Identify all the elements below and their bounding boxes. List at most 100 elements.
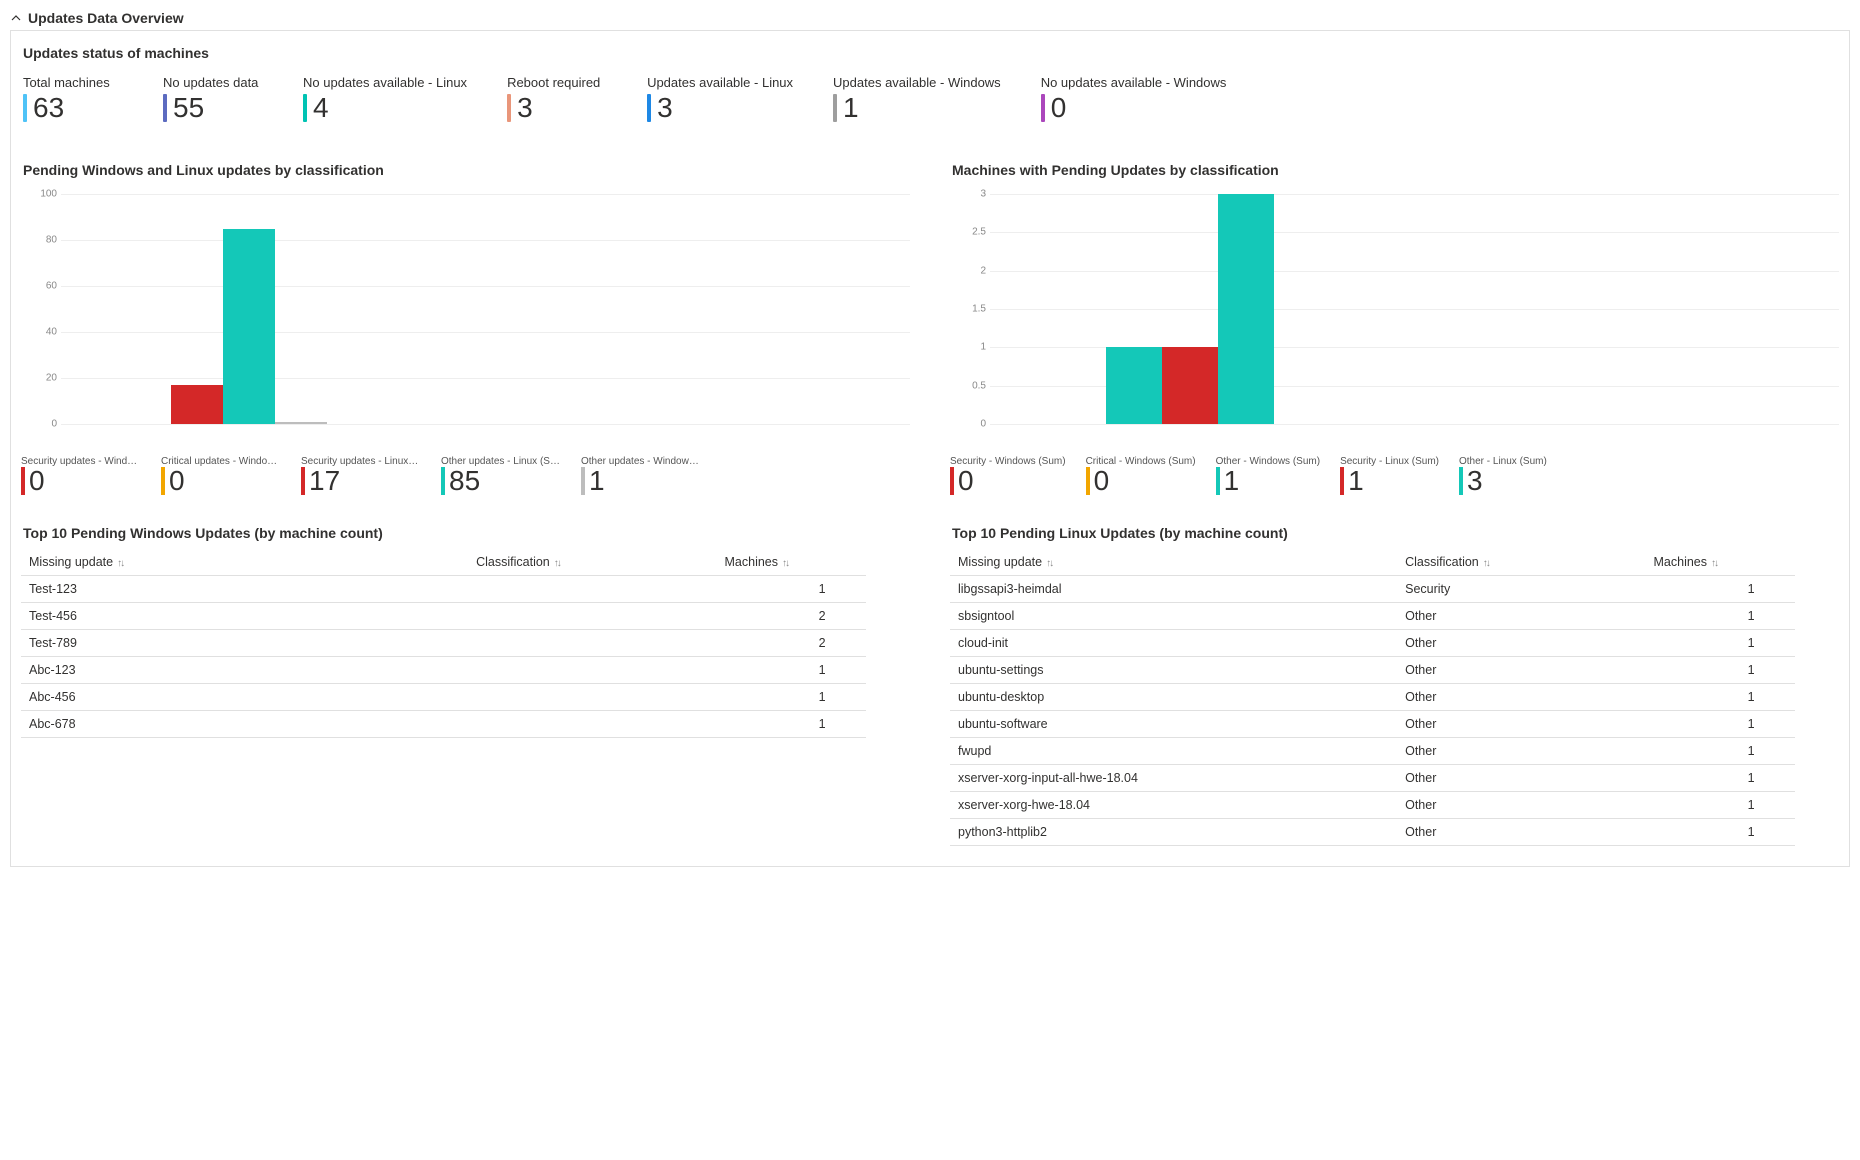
legend-tile[interactable]: Other updates - Linux (Sum)85 <box>441 456 561 495</box>
table-row[interactable]: Test-1231 <box>21 576 866 603</box>
legend-value: 85 <box>449 467 480 495</box>
legend-tile[interactable]: Security updates - Windo...0 <box>21 456 141 495</box>
legend-tile[interactable]: Other - Windows (Sum)1 <box>1216 456 1320 495</box>
cell-machines: 1 <box>717 657 866 684</box>
status-tile[interactable]: Reboot required3 <box>507 75 607 122</box>
table-linux-updates: Missing update↑↓Classification↑↓Machines… <box>950 549 1795 846</box>
legend-tile[interactable]: Other updates - Windows...1 <box>581 456 701 495</box>
cell-machines: 1 <box>1646 657 1795 684</box>
legend-tile[interactable]: Security - Linux (Sum)1 <box>1340 456 1439 495</box>
table-row[interactable]: libgssapi3-heimdalSecurity1 <box>950 576 1795 603</box>
section-toggle[interactable]: Updates Data Overview <box>10 10 1850 26</box>
legend-color-bar <box>21 467 25 495</box>
cell-machines: 1 <box>1646 603 1795 630</box>
status-tile-bar <box>507 94 511 122</box>
status-tile-bar <box>647 94 651 122</box>
status-tile-value: 3 <box>657 94 673 122</box>
sort-icon: ↑↓ <box>1711 558 1717 569</box>
cell-classification: Other <box>1397 603 1645 630</box>
chart-bar[interactable] <box>171 385 223 424</box>
col-machines[interactable]: Machines↑↓ <box>717 549 866 576</box>
cell-classification: Other <box>1397 819 1645 846</box>
table-row[interactable]: python3-httplib2Other1 <box>950 819 1795 846</box>
cell-classification: Other <box>1397 792 1645 819</box>
table-row[interactable]: cloud-initOther1 <box>950 630 1795 657</box>
table-row[interactable]: Test-4562 <box>21 603 866 630</box>
legend-tile[interactable]: Critical - Windows (Sum)0 <box>1086 456 1196 495</box>
legend-tile[interactable]: Security - Windows (Sum)0 <box>950 456 1066 495</box>
legend-value: 0 <box>169 467 185 495</box>
cell-machines: 1 <box>1646 792 1795 819</box>
table-row[interactable]: ubuntu-softwareOther1 <box>950 711 1795 738</box>
cell-update: cloud-init <box>950 630 1397 657</box>
table-title-windows: Top 10 Pending Windows Updates (by machi… <box>23 525 910 541</box>
cell-classification <box>468 603 716 630</box>
status-tile[interactable]: Total machines63 <box>23 75 123 122</box>
col-missing-update[interactable]: Missing update↑↓ <box>950 549 1397 576</box>
chart-bar[interactable] <box>1218 194 1274 424</box>
chart-y-tick: 0.5 <box>950 380 986 391</box>
status-tile[interactable]: No updates available - Windows 0 <box>1041 75 1227 122</box>
status-tile-value: 4 <box>313 94 329 122</box>
legend-tile[interactable]: Security updates - Linux (...17 <box>301 456 421 495</box>
status-subtitle: Updates status of machines <box>23 45 1839 61</box>
chart-bar[interactable] <box>1162 347 1218 424</box>
table-row[interactable]: sbsigntoolOther1 <box>950 603 1795 630</box>
legend-tile[interactable]: Critical updates - Window...0 <box>161 456 281 495</box>
status-tile[interactable]: No updates available - Linux4 <box>303 75 467 122</box>
chart-y-tick: 60 <box>21 281 57 292</box>
chart-bar[interactable] <box>275 422 327 424</box>
chart-y-tick: 20 <box>21 373 57 384</box>
legend-color-bar <box>441 467 445 495</box>
legend-value: 1 <box>1348 467 1364 495</box>
status-tile-label: No updates data <box>163 75 263 90</box>
legend-color-bar <box>1459 467 1463 495</box>
status-tile[interactable]: Updates available - Linux 3 <box>647 75 793 122</box>
status-tile-value: 0 <box>1051 94 1067 122</box>
cell-classification: Other <box>1397 657 1645 684</box>
chart-y-tick: 0 <box>950 419 986 430</box>
status-tile[interactable]: Updates available - Windows1 <box>833 75 1001 122</box>
status-tile[interactable]: No updates data55 <box>163 75 263 122</box>
chart-y-tick: 100 <box>21 189 57 200</box>
table-row[interactable]: ubuntu-desktopOther1 <box>950 684 1795 711</box>
legend-tile[interactable]: Other - Linux (Sum)3 <box>1459 456 1549 495</box>
chart-y-tick: 40 <box>21 327 57 338</box>
chart-legend-right: Security - Windows (Sum)0 Critical - Wind… <box>950 456 1839 495</box>
status-tile-bar <box>833 94 837 122</box>
chart-legend-left: Security updates - Windo...0 Critical upd… <box>21 456 910 495</box>
status-tile-label: No updates available - Windows <box>1041 75 1227 90</box>
table-row[interactable]: ubuntu-settingsOther1 <box>950 657 1795 684</box>
table-row[interactable]: fwupdOther1 <box>950 738 1795 765</box>
table-row[interactable]: xserver-xorg-input-all-hwe-18.04Other1 <box>950 765 1795 792</box>
col-classification[interactable]: Classification↑↓ <box>1397 549 1645 576</box>
chart-y-tick: 0 <box>21 419 57 430</box>
section-title: Updates Data Overview <box>28 10 184 26</box>
legend-value: 0 <box>958 467 974 495</box>
table-row[interactable]: Abc-1231 <box>21 657 866 684</box>
table-row[interactable]: Abc-6781 <box>21 711 866 738</box>
chart-y-tick: 1.5 <box>950 304 986 315</box>
cell-update: python3-httplib2 <box>950 819 1397 846</box>
col-machines[interactable]: Machines↑↓ <box>1646 549 1795 576</box>
chart-bar[interactable] <box>1106 347 1162 424</box>
sort-icon: ↑↓ <box>1483 558 1489 569</box>
legend-value: 0 <box>29 467 45 495</box>
sort-icon: ↑↓ <box>782 558 788 569</box>
chart-bar[interactable] <box>223 229 275 425</box>
table-row[interactable]: Test-7892 <box>21 630 866 657</box>
status-tile-label: Updates available - Linux <box>647 75 793 90</box>
cell-update: xserver-xorg-hwe-18.04 <box>950 792 1397 819</box>
status-tile-value: 3 <box>517 94 533 122</box>
table-row[interactable]: Abc-4561 <box>21 684 866 711</box>
table-row[interactable]: xserver-xorg-hwe-18.04Other1 <box>950 792 1795 819</box>
chart-pending-updates[interactable]: 0 20 40 60 80 100 <box>21 184 910 444</box>
cell-classification <box>468 630 716 657</box>
legend-value: 17 <box>309 467 340 495</box>
col-classification[interactable]: Classification↑↓ <box>468 549 716 576</box>
chart-y-tick: 2 <box>950 265 986 276</box>
table-windows-updates: Missing update↑↓Classification↑↓Machines… <box>21 549 866 738</box>
chart-machines-pending[interactable]: 00.511.522.53 <box>950 184 1839 444</box>
chart-y-tick: 80 <box>21 235 57 246</box>
col-missing-update[interactable]: Missing update↑↓ <box>21 549 468 576</box>
